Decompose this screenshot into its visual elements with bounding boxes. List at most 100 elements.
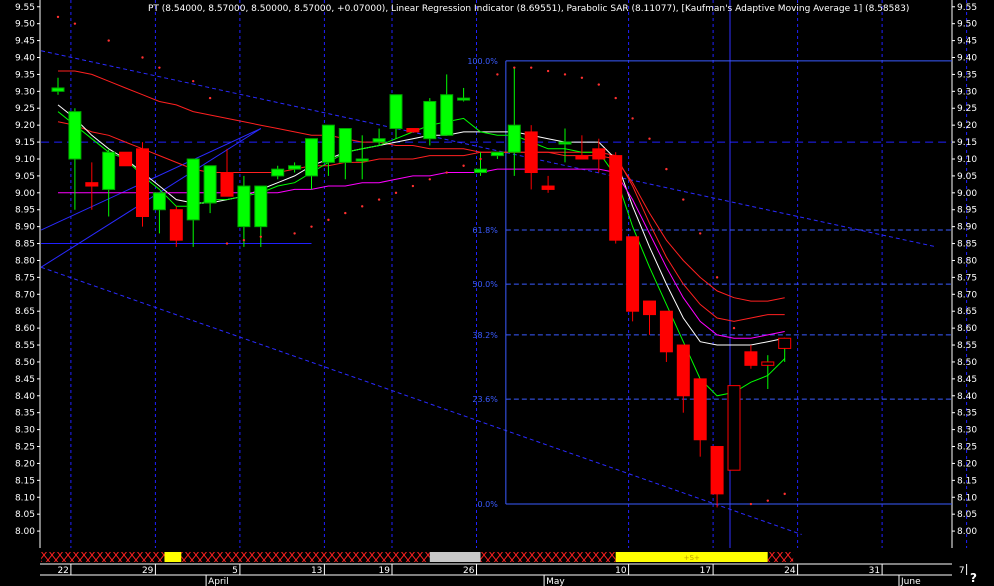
fib-level-label: 100.0% [467, 57, 498, 66]
y-tick-label-right: 9.55 [957, 3, 977, 13]
candle-down [85, 182, 99, 187]
sar-dot [428, 178, 431, 181]
sar-dot [208, 96, 212, 100]
y-tick-label-left: 8.80 [15, 256, 35, 266]
x-tick-label: 17 [700, 566, 711, 576]
y-tick-label-right: 8.85 [957, 240, 977, 250]
sar-dot [411, 184, 415, 188]
fib-level-label: 23.6% [472, 395, 498, 404]
candle-up [372, 138, 386, 143]
y-tick-label-left: 9.45 [15, 37, 35, 47]
candle-up [355, 158, 369, 162]
sar-dot [141, 56, 144, 59]
fib-level-label: 0.0% [478, 500, 499, 509]
sar-dot [648, 137, 651, 140]
y-tick-label-left: 8.65 [15, 307, 35, 317]
month-label: June [900, 577, 921, 586]
y-tick-label-right: 8.65 [957, 307, 977, 317]
x-tick-label: 26 [463, 566, 475, 576]
candle-up [558, 141, 572, 145]
sar-dot [225, 242, 229, 245]
strip-segment-x [41, 552, 165, 562]
candle-up [338, 128, 352, 163]
y-tick-label-right: 8.80 [957, 256, 977, 266]
price-chart-svg[interactable]: 100.0% 61.8% 50.0% 38.2% 23.6% 0.0% 9.55 9.50 9… [0, 0, 994, 586]
sar-dot [242, 238, 246, 242]
y-tick-label-left: 8.50 [15, 358, 35, 368]
candle-up [440, 94, 454, 136]
candle-up [237, 185, 251, 228]
y-tick-label-right: 8.90 [957, 223, 977, 233]
y-tick-label-right: 8.70 [957, 290, 977, 300]
x-tick-label: 31 [869, 566, 880, 576]
sar-dot [293, 232, 296, 235]
candle-down [643, 300, 656, 316]
y-tick-label-right: 8.60 [957, 324, 977, 334]
y-tick-label-right: 9.30 [957, 87, 977, 97]
candle-up [102, 151, 116, 190]
x-tick-label: 7 [959, 566, 965, 576]
y-tick-label-right: 9.35 [957, 70, 977, 80]
help-button[interactable]: ? [970, 571, 977, 585]
chart-background [0, 0, 994, 586]
candle-down [406, 128, 420, 133]
candle-up [423, 100, 437, 140]
candle-down [119, 151, 133, 167]
sar-dot [496, 73, 499, 76]
candle-up [152, 192, 166, 211]
month-label: April [208, 577, 229, 586]
sar-dot [530, 66, 533, 69]
y-tick-label-right: 8.30 [957, 426, 977, 436]
candle-down [744, 351, 758, 366]
sar-dot [682, 198, 685, 201]
y-tick-label-left: 8.75 [15, 273, 35, 283]
y-tick-label-right: 9.25 [957, 104, 977, 114]
strip-segment-label: +S+ [684, 554, 700, 562]
candle-up [490, 151, 504, 157]
y-tick-label-right: 9.00 [957, 189, 977, 199]
y-tick-label-right: 8.10 [957, 493, 977, 503]
y-tick-label-right: 9.05 [957, 172, 977, 182]
y-tick-label-left: 8.45 [15, 375, 35, 385]
candle-down [136, 148, 149, 217]
sar-dot [631, 117, 634, 120]
sar-dot [192, 79, 195, 83]
y-tick-label-left: 9.00 [15, 189, 35, 199]
y-tick-label-left: 9.25 [15, 104, 35, 114]
fib-level-label: 50.0% [472, 280, 498, 289]
x-tick-label: 29 [142, 566, 154, 576]
chart-title: PT (8.54000, 8.57000, 8.50000, 8.57000, … [148, 4, 909, 14]
sar-dot [310, 225, 313, 228]
sar-dot [546, 69, 550, 73]
candle-down [710, 446, 724, 495]
strip-segment-x [767, 552, 794, 562]
candle-up [51, 87, 65, 92]
y-tick-label-left: 9.40 [15, 54, 35, 64]
sar-dot [394, 191, 398, 195]
candle-up [727, 385, 741, 471]
sar-dot [445, 171, 448, 174]
y-tick-label-left: 9.15 [15, 138, 35, 148]
sar-dot [699, 232, 702, 235]
sar-dot [377, 198, 381, 201]
sar-dot [563, 73, 567, 76]
fib-level-label: 61.8% [472, 226, 498, 235]
y-tick-label-right: 8.05 [957, 510, 977, 520]
y-tick-label-right: 8.95 [957, 206, 977, 216]
sar-dot [462, 164, 465, 167]
sar-dot [327, 218, 330, 222]
sar-dot [56, 15, 60, 19]
y-tick-label-left: 8.95 [15, 206, 35, 216]
chart-window: 100.0% 61.8% 50.0% 38.2% 23.6% 0.0% 9.55 9.50 9… [0, 0, 994, 586]
y-tick-label-left: 8.85 [15, 240, 35, 250]
y-tick-label-left: 9.20 [15, 121, 35, 131]
candle-down [169, 209, 183, 241]
sar-dot [749, 502, 753, 506]
y-tick-label-right: 9.15 [957, 138, 977, 148]
candle-up [778, 337, 792, 349]
strip-segment-yellow [164, 552, 182, 562]
sar-dot [361, 205, 364, 208]
y-tick-label-right: 8.50 [957, 358, 977, 368]
candle-down [626, 236, 640, 312]
sar-dot [158, 66, 161, 69]
